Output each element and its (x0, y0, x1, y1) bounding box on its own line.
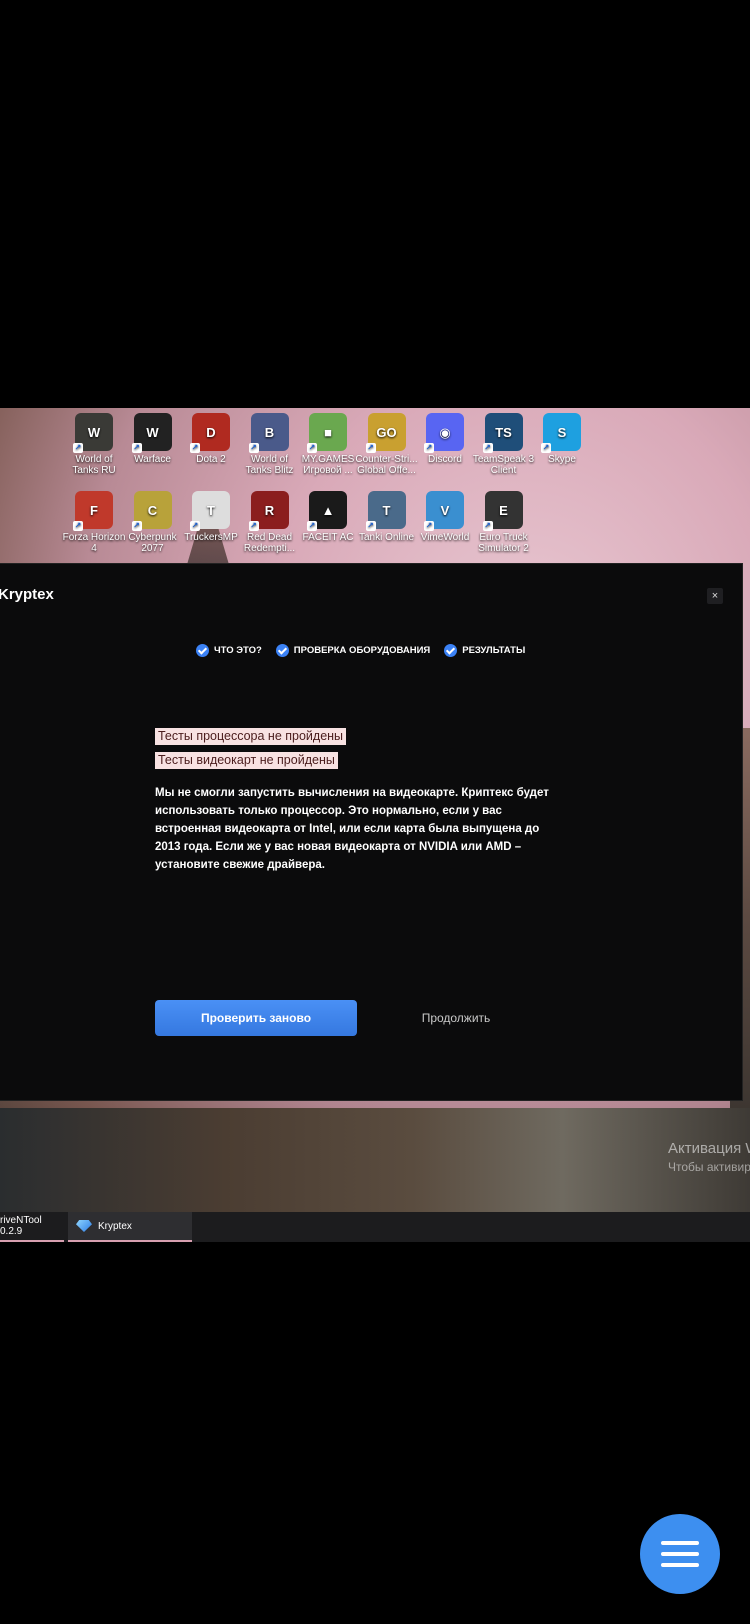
desktop-shortcut[interactable]: C ↗ Cyberpunk 2077 (121, 486, 185, 554)
desktop-shortcut[interactable]: ▲ ↗ FACEIT AC (296, 486, 360, 543)
rdr-icon: R ↗ (248, 491, 289, 531)
desktop-shortcut-label: Counter-Stri... Global Offe... (355, 454, 418, 476)
mygames-icon: ■ ↗ (307, 413, 347, 453)
desktop-shortcut-label: Forza Horizon 4 (62, 532, 126, 554)
video-frame: W ↗ World of Tanks RU W ↗ Warface D ↗ Dota 2 B ↗ Wo… (0, 408, 750, 1242)
shortcut-arrow-icon: ↗ (248, 521, 259, 531)
cpu-test-error: Тесты процессора не пройдены (155, 728, 347, 745)
shortcut-arrow-icon: ↗ (131, 443, 142, 453)
desktop-shortcut-label: TeamSpeak 3 Client (472, 454, 535, 476)
check-icon (275, 644, 289, 657)
step-label: ЧТО ЭТО? (214, 645, 262, 656)
desktop-shortcut-label: World of Tanks RU (72, 454, 116, 476)
desktop-shortcut[interactable]: V ↗ VimeWorld (413, 486, 477, 543)
faceit-icon: ▲ ↗ (307, 491, 347, 531)
desktop-shortcut[interactable]: B ↗ World of Tanks Blitz (238, 408, 302, 476)
cyberpunk-icon: C ↗ (131, 491, 172, 531)
desktop-shortcut[interactable]: E ↗ Euro Truck Simulator 2 (472, 486, 536, 554)
desktop-shortcut[interactable]: ■ ↗ MY.GAMES Игровой ... (296, 408, 360, 476)
check-icon (196, 644, 209, 657)
desktop-shortcut-label: Cyberpunk 2077 (128, 532, 177, 554)
close-button[interactable]: × (707, 588, 723, 604)
forza-icon: F ↗ (73, 491, 113, 531)
desktop-shortcut[interactable]: F ↗ Forza Horizon 4 (62, 486, 126, 554)
desktop-shortcut[interactable]: T ↗ Tanki Online (355, 486, 419, 543)
shortcut-arrow-icon: ↗ (190, 521, 200, 531)
desktop-shortcut-label: Skype (548, 454, 576, 465)
step-what-is-it: ЧТО ЭТО? (196, 644, 262, 657)
desktop-shortcut-label: Euro Truck Simulator 2 (478, 532, 529, 554)
csgo-icon: GO ↗ (365, 413, 406, 453)
discord-icon: ◉ ↗ (424, 413, 464, 453)
hamburger-icon-line (661, 1552, 699, 1556)
teamspeak-icon: TS ↗ (482, 413, 523, 453)
skype-icon: S ↗ (541, 413, 581, 453)
wot-blitz-icon: B ↗ (248, 413, 289, 453)
desktop-shortcut-label: Warface (134, 454, 171, 465)
shortcut-arrow-icon: ↗ (365, 443, 376, 453)
windows-activation-subtitle: Чтобы активир (668, 1160, 750, 1174)
taskbar-item-label: Kryptex (98, 1220, 132, 1232)
shortcut-arrow-icon: ↗ (131, 521, 142, 531)
desktop-shortcut[interactable]: TS ↗ TeamSpeak 3 Client (472, 408, 536, 476)
desktop-shortcut-label: Red Dead Redempti... (243, 532, 296, 554)
shortcut-arrow-icon: ↗ (541, 443, 551, 453)
desktop-shortcut-label: TruckersMP (184, 532, 238, 543)
desktop-shortcut-label: Tanki Online (358, 532, 415, 543)
taskbar: riveNTool 0.2.9 Kryptex (0, 1212, 750, 1242)
wizard-steps: ЧТО ЭТО? ПРОВЕРКА ОБОРУДОВАНИЯ РЕЗУЛЬТАТ… (196, 644, 525, 657)
dota-icon: D ↗ (190, 413, 230, 453)
shortcut-arrow-icon: ↗ (73, 443, 83, 453)
shortcut-arrow-icon: ↗ (307, 521, 317, 531)
desktop-shortcut[interactable]: T ↗ TruckersMP (179, 486, 243, 543)
vimeworld-icon: V ↗ (424, 491, 464, 531)
desktop-shortcut-label: FACEIT AC (302, 532, 354, 543)
warface-icon: W ↗ (131, 413, 172, 453)
desktop-shortcut[interactable]: ◉ ↗ Discord (413, 408, 477, 465)
desktop-shortcut[interactable]: D ↗ Dota 2 (179, 408, 243, 465)
desktop-shortcut[interactable]: S ↗ Skype (530, 408, 594, 465)
step-results: РЕЗУЛЬТАТЫ (444, 644, 525, 657)
desktop-shortcut[interactable]: R ↗ Red Dead Redempti... (238, 486, 302, 554)
desktop-shortcut-label: MY.GAMES Игровой ... (301, 454, 355, 476)
check-icon (444, 644, 458, 657)
desktop-shortcut-label: World of Tanks Blitz (245, 454, 294, 476)
desktop-shortcut[interactable]: W ↗ Warface (121, 408, 185, 465)
truckersmp-icon: T ↗ (190, 491, 230, 531)
continue-button[interactable]: Продолжить (400, 1000, 512, 1036)
desktop-shortcut-label: VimeWorld (420, 532, 470, 543)
hamburger-icon-line (661, 1563, 699, 1567)
shortcut-arrow-icon: ↗ (190, 443, 200, 453)
step-label: РЕЗУЛЬТАТЫ (462, 645, 526, 656)
result-description: Мы не смогли запустить вычисления на вид… (155, 787, 549, 871)
shortcut-arrow-icon: ↗ (365, 521, 376, 531)
menu-fab-button[interactable] (640, 1514, 720, 1594)
taskbar-item-label: riveNTool 0.2.9 (0, 1215, 42, 1237)
shortcut-arrow-icon: ↗ (424, 443, 434, 453)
desktop-shortcut-label: Dota 2 (196, 454, 226, 465)
kryptex-gem-icon (76, 1220, 92, 1232)
retry-button[interactable]: Проверить заново (155, 1000, 357, 1036)
gpu-test-error: Тесты видеокарт не пройдены (155, 752, 338, 769)
shortcut-arrow-icon: ↗ (424, 521, 434, 531)
shortcut-arrow-icon: ↗ (482, 443, 493, 453)
windows-activation-watermark: Активация W (668, 1140, 750, 1157)
desktop-shortcut-label: Discord (428, 454, 462, 465)
desktop-shortcut[interactable]: W ↗ World of Tanks RU (62, 408, 126, 476)
shortcut-arrow-icon: ↗ (248, 443, 259, 453)
tanki-icon: T ↗ (365, 491, 406, 531)
shortcut-arrow-icon: ↗ (482, 521, 493, 531)
shortcut-arrow-icon: ↗ (73, 521, 83, 531)
world-of-tanks-icon: W ↗ (73, 413, 113, 453)
desktop-shortcut[interactable]: GO ↗ Counter-Stri... Global Offe... (355, 408, 419, 476)
shortcut-arrow-icon: ↗ (307, 443, 317, 453)
ets2-icon: E ↗ (482, 491, 523, 531)
taskbar-item-rivetool[interactable]: riveNTool 0.2.9 (0, 1212, 64, 1242)
step-label: ПРОВЕРКА ОБОРУДОВАНИЯ (293, 645, 431, 656)
taskbar-item-kryptex[interactable]: Kryptex (68, 1212, 192, 1242)
step-hardware-check: ПРОВЕРКА ОБОРУДОВАНИЯ (275, 644, 431, 657)
dialog-title: Kryptex (0, 586, 54, 603)
kryptex-dialog: Kryptex × ЧТО ЭТО? ПРОВЕРКА ОБОРУДОВАНИЯ… (0, 564, 742, 1100)
hamburger-icon (661, 1541, 699, 1545)
